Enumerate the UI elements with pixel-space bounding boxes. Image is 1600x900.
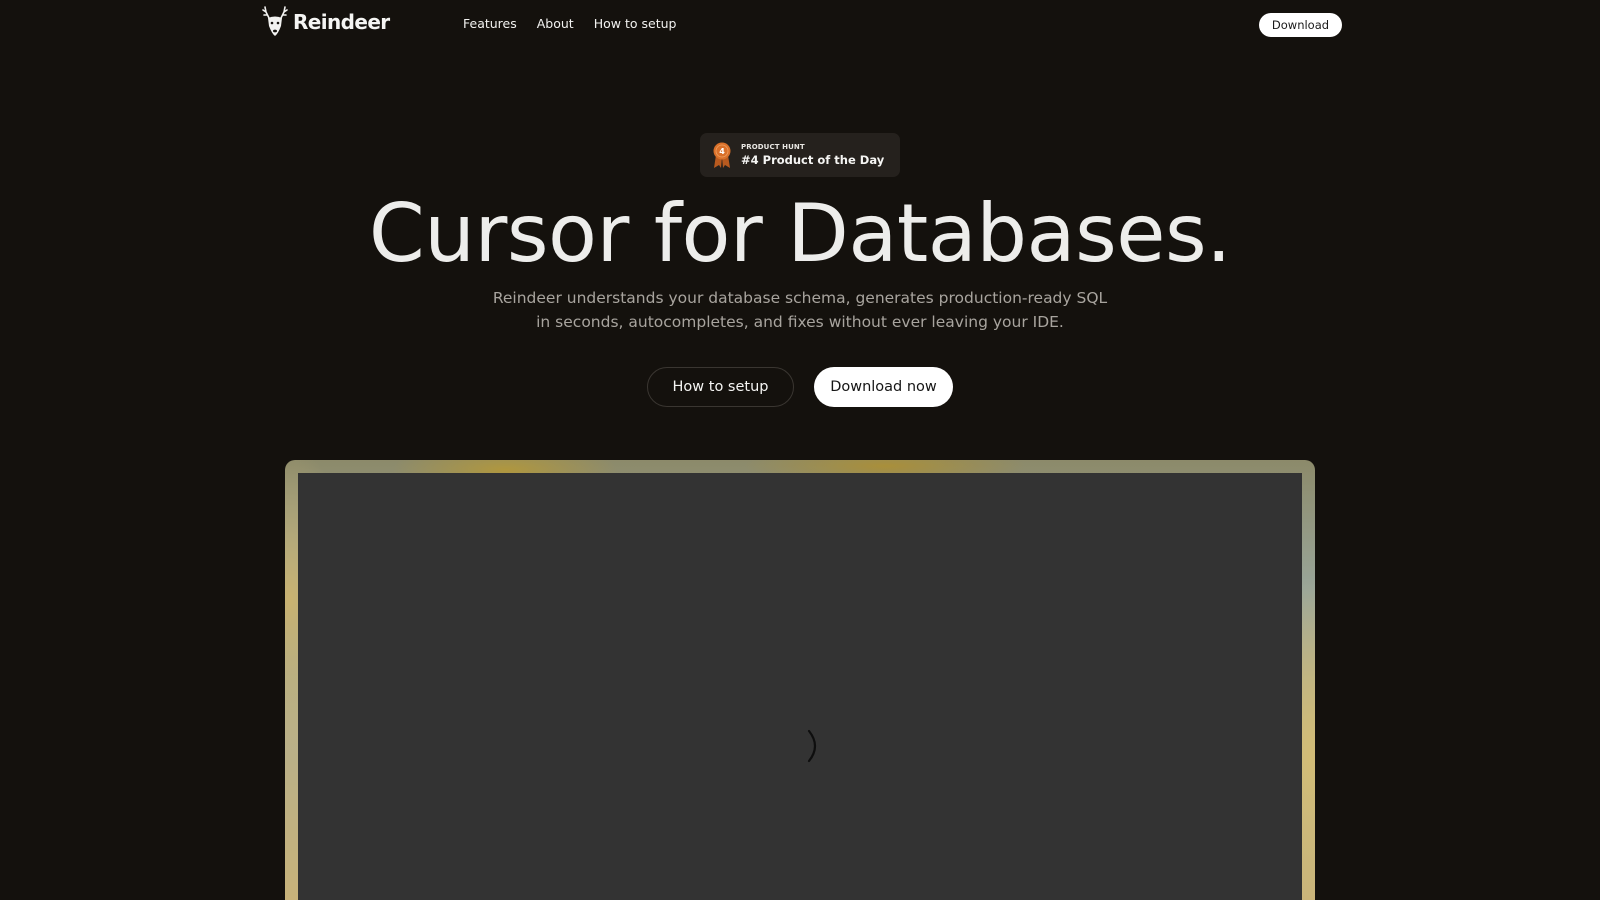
- brand-logo[interactable]: Reindeer: [261, 6, 390, 38]
- download-now-button[interactable]: Download now: [814, 367, 953, 407]
- demo-frame: [285, 460, 1315, 900]
- nav-links: Features About How to setup: [463, 16, 676, 31]
- medal-icon: 4: [713, 142, 731, 168]
- nav-link-about[interactable]: About: [537, 16, 574, 31]
- badge-title: #4 Product of the Day: [741, 153, 885, 167]
- badge-overline: PRODUCT HUNT: [741, 143, 805, 151]
- brand-name: Reindeer: [293, 10, 390, 34]
- reindeer-head-icon: [262, 6, 288, 36]
- nav-link-how-to-setup[interactable]: How to setup: [594, 16, 677, 31]
- demo-video-screen[interactable]: [298, 473, 1302, 900]
- hero-subtitle: Reindeer understands your database schem…: [492, 289, 1108, 331]
- badge-text: PRODUCT HUNT #4 Product of the Day: [741, 143, 884, 167]
- nav-link-features[interactable]: Features: [463, 16, 517, 31]
- medal-rank: 4: [719, 147, 725, 156]
- spinner-icon: [807, 729, 817, 763]
- hero-title: Cursor for Databases.: [368, 187, 1232, 280]
- top-nav: Reindeer Features About How to setup Dow…: [0, 0, 1600, 50]
- nav-download-button[interactable]: Download: [1259, 13, 1342, 37]
- how-to-setup-button[interactable]: How to setup: [647, 367, 794, 407]
- product-hunt-badge[interactable]: 4 PRODUCT HUNT #4 Product of the Day: [700, 133, 900, 177]
